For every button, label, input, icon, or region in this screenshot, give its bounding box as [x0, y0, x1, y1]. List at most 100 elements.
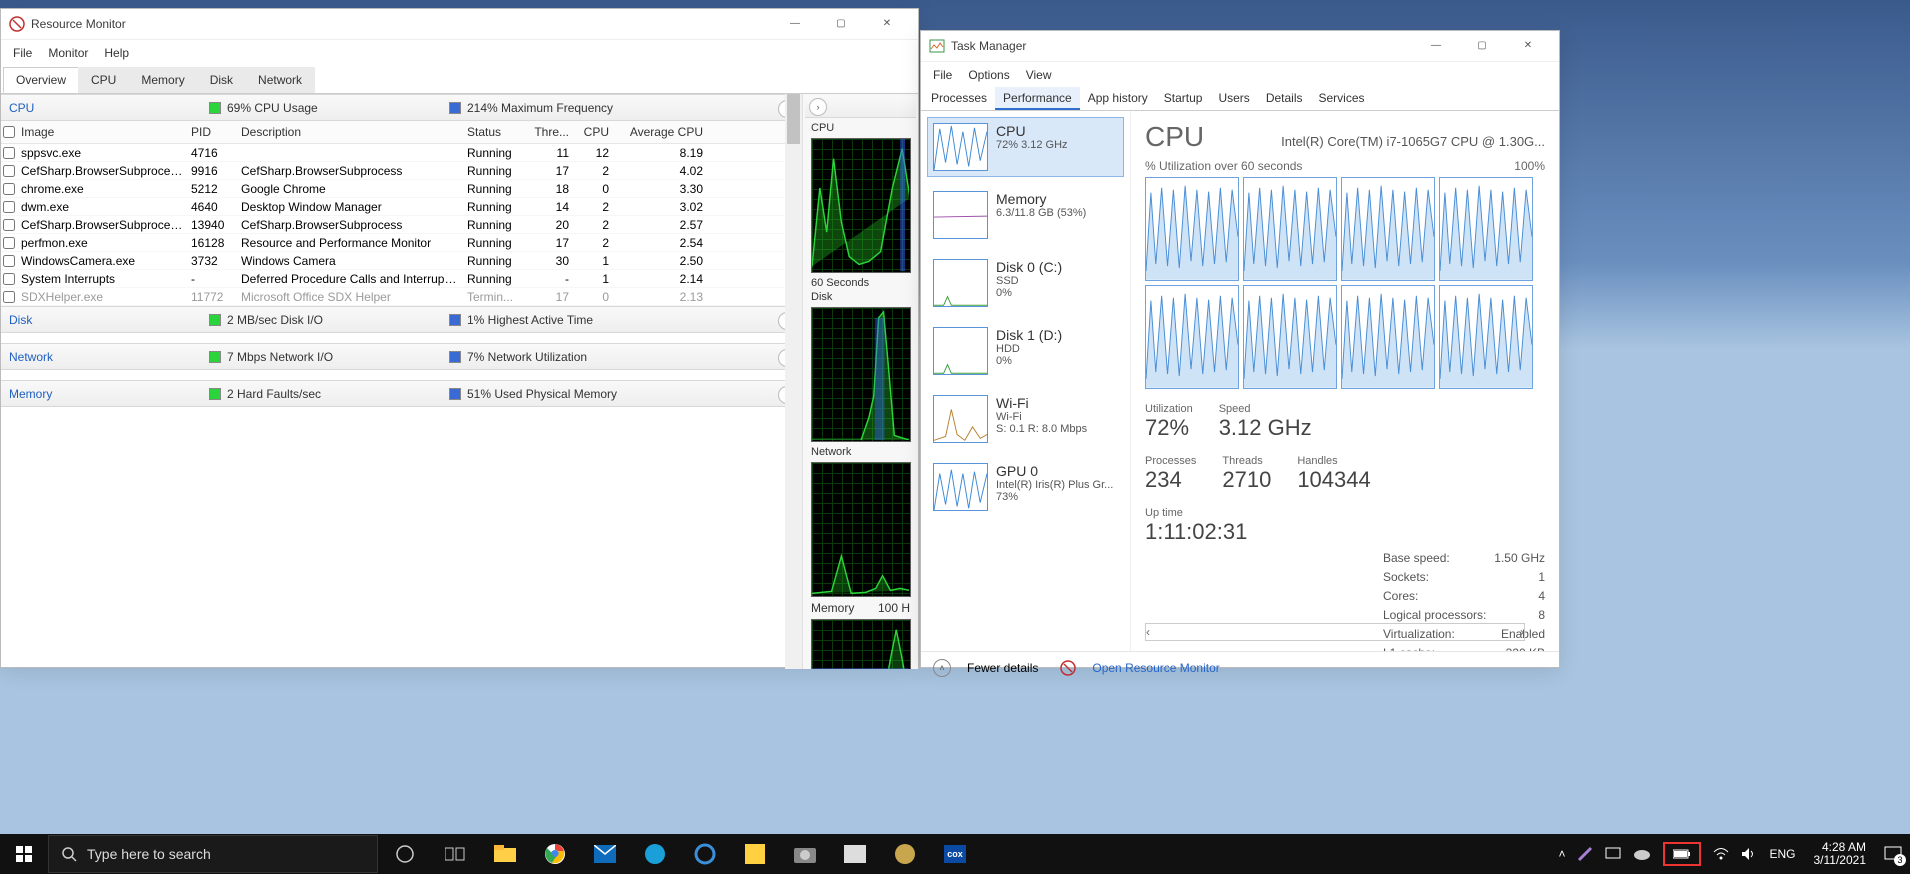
tm-titlebar[interactable]: Task Manager — ▢ ✕ [921, 31, 1559, 61]
resmon-titlebar[interactable]: Resource Monitor — ▢ ✕ [1, 9, 918, 39]
taskbar-search[interactable]: Type here to search [48, 835, 378, 873]
sidebar-card-memory[interactable]: Memory 6.3/11.8 GB (53%) [927, 185, 1124, 245]
section-network-header[interactable]: Network 7 Mbps Network I/O 7% Network Ut… [1, 343, 802, 370]
col-status[interactable]: Status [463, 125, 523, 139]
edge-icon[interactable] [634, 834, 676, 874]
process-row[interactable]: SDXHelper.exe 11772 Microsoft Office SDX… [1, 288, 802, 306]
mail-icon[interactable] [584, 834, 626, 874]
chrome-icon[interactable] [534, 834, 576, 874]
fewer-details-link[interactable]: Fewer details [967, 661, 1038, 675]
row-checkbox[interactable] [3, 219, 15, 231]
volume-icon[interactable] [1741, 847, 1757, 861]
notification-center-icon[interactable]: 3 [1884, 846, 1902, 862]
process-row[interactable]: CefSharp.BrowserSubprocess.e... 9916 Cef… [1, 162, 802, 180]
camera-icon[interactable] [784, 834, 826, 874]
col-pid[interactable]: PID [187, 125, 237, 139]
row-checkbox[interactable] [3, 273, 15, 285]
row-checkbox[interactable] [3, 201, 15, 213]
sticky-notes-icon[interactable] [734, 834, 776, 874]
process-row[interactable]: dwm.exe 4640 Desktop Window Manager Runn… [1, 198, 802, 216]
tab-memory[interactable]: Memory [128, 67, 197, 93]
cell-desc: CefSharp.BrowserSubprocess [237, 218, 463, 232]
maximize-button[interactable]: ▢ [818, 9, 864, 37]
row-checkbox[interactable] [3, 255, 15, 267]
close-button[interactable]: ✕ [1505, 31, 1551, 59]
col-cpu[interactable]: CPU [573, 125, 613, 139]
tray-meteor-icon[interactable] [1577, 846, 1593, 862]
start-button[interactable] [0, 834, 48, 874]
col-threads[interactable]: Thre... [523, 125, 573, 139]
tray-onedrive-icon[interactable] [1633, 848, 1651, 860]
section-disk-name: Disk [9, 313, 209, 327]
file-explorer-icon[interactable] [484, 834, 526, 874]
col-description[interactable]: Description [237, 125, 463, 139]
maximize-button[interactable]: ▢ [1459, 31, 1505, 59]
sidebar-card-wi-fi[interactable]: Wi-Fi Wi-Fi S: 0.1 R: 8.0 Mbps [927, 389, 1124, 449]
tab-performance[interactable]: Performance [995, 87, 1080, 110]
chevron-up-icon[interactable]: ˄ [933, 659, 951, 677]
sidebar-card-gpu-0[interactable]: GPU 0 Intel(R) Iris(R) Plus Gr... 73% [927, 457, 1124, 517]
tab-overview[interactable]: Overview [3, 67, 79, 93]
row-checkbox[interactable] [3, 165, 15, 177]
cell-desc: CefSharp.BrowserSubprocess [237, 164, 463, 178]
process-row[interactable]: System Interrupts - Deferred Procedure C… [1, 270, 802, 288]
grid-header[interactable]: Image PID Description Status Thre... CPU… [1, 121, 802, 144]
horizontal-scrollbar[interactable]: ‹› [1145, 623, 1525, 641]
tab-disk[interactable]: Disk [197, 67, 246, 93]
row-checkbox[interactable] [3, 147, 15, 159]
sidebar-card-disk-0-c-[interactable]: Disk 0 (C:) SSD 0% [927, 253, 1124, 313]
tab-network[interactable]: Network [245, 67, 315, 93]
vertical-scrollbar[interactable] [785, 94, 802, 669]
col-image[interactable]: Image [17, 125, 187, 139]
section-cpu-header[interactable]: CPU 69% CPU Usage 214% Maximum Frequency… [1, 94, 802, 121]
check-all[interactable] [3, 126, 15, 138]
sidebar-card-cpu[interactable]: CPU 72% 3.12 GHz [927, 117, 1124, 177]
row-checkbox[interactable] [3, 183, 15, 195]
menu-help[interactable]: Help [96, 43, 137, 63]
app-icon-3[interactable] [884, 834, 926, 874]
tab-details[interactable]: Details [1258, 87, 1311, 110]
battery-icon[interactable] [1663, 842, 1701, 866]
chevron-right-icon[interactable]: › [809, 98, 827, 116]
cell-threads: - [523, 272, 573, 286]
tab-startup[interactable]: Startup [1156, 87, 1211, 110]
minimize-button[interactable]: — [772, 9, 818, 37]
process-row[interactable]: perfmon.exe 16128 Resource and Performan… [1, 234, 802, 252]
tab-processes[interactable]: Processes [923, 87, 995, 110]
language-indicator[interactable]: ENG [1769, 847, 1795, 861]
app-icon-2[interactable] [834, 834, 876, 874]
process-row[interactable]: WindowsCamera.exe 3732 Windows Camera Ru… [1, 252, 802, 270]
process-row[interactable]: chrome.exe 5212 Google Chrome Running 18… [1, 180, 802, 198]
card-title: GPU 0 [996, 463, 1113, 479]
menu-file[interactable]: File [925, 65, 960, 85]
tab-cpu[interactable]: CPU [78, 67, 129, 93]
row-checkbox[interactable] [3, 237, 15, 249]
tray-monitor-icon[interactable] [1605, 847, 1621, 861]
process-row[interactable]: CefSharp.BrowserSubprocess.e... 13940 Ce… [1, 216, 802, 234]
section-memory-header[interactable]: Memory 2 Hard Faults/sec 51% Used Physic… [1, 380, 802, 407]
menu-file[interactable]: File [5, 43, 40, 63]
open-resource-monitor-link[interactable]: Open Resource Monitor [1092, 661, 1219, 675]
section-disk-header[interactable]: Disk 2 MB/sec Disk I/O 1% Highest Active… [1, 306, 802, 333]
close-button[interactable]: ✕ [864, 9, 910, 37]
tray-overflow-icon[interactable]: ˄ [1558, 847, 1565, 861]
menu-view[interactable]: View [1018, 65, 1060, 85]
tab-app-history[interactable]: App history [1080, 87, 1156, 110]
row-checkbox[interactable] [3, 291, 15, 303]
menu-monitor[interactable]: Monitor [40, 43, 96, 63]
cortana-icon[interactable] [384, 834, 426, 874]
app-icon[interactable] [684, 834, 726, 874]
cpu-core-chart [1145, 285, 1239, 389]
wifi-icon[interactable] [1713, 847, 1729, 861]
process-row[interactable]: sppsvc.exe 4716 Running 11 12 8.19 [1, 144, 802, 162]
sidebar-card-disk-1-d-[interactable]: Disk 1 (D:) HDD 0% [927, 321, 1124, 381]
clock[interactable]: 4:28 AM 3/11/2021 [1808, 841, 1873, 867]
task-view-icon[interactable] [434, 834, 476, 874]
card-thumbnail [933, 327, 988, 375]
tab-users[interactable]: Users [1210, 87, 1257, 110]
tab-services[interactable]: Services [1311, 87, 1373, 110]
col-avg-cpu[interactable]: Average CPU [613, 125, 733, 139]
menu-options[interactable]: Options [960, 65, 1017, 85]
cox-icon[interactable]: cox [934, 834, 976, 874]
minimize-button[interactable]: — [1413, 31, 1459, 59]
